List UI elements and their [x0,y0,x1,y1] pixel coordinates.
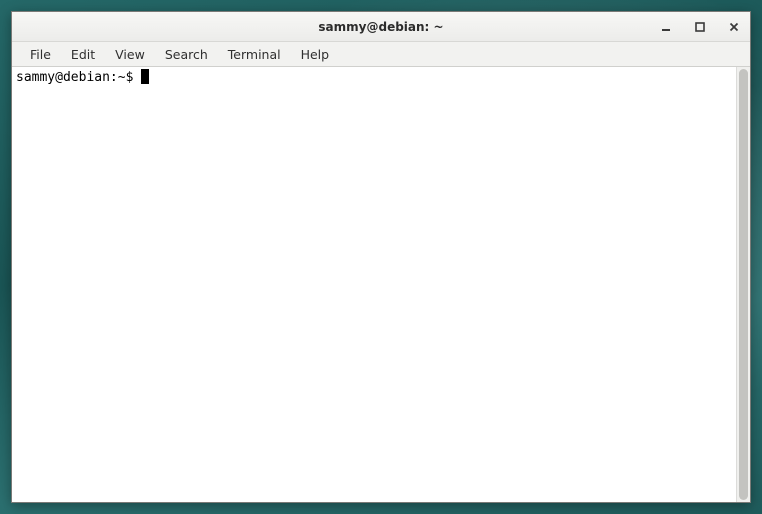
minimize-button[interactable] [656,17,676,37]
menu-help[interactable]: Help [291,44,340,65]
cursor [141,69,149,84]
menubar: File Edit View Search Terminal Help [12,42,750,66]
close-icon [729,22,739,32]
terminal-content[interactable]: sammy@debian:~$ [12,67,736,502]
terminal-area[interactable]: sammy@debian:~$ [12,66,750,502]
maximize-icon [695,22,705,32]
menu-file[interactable]: File [20,44,61,65]
window-controls [656,12,744,41]
menu-edit[interactable]: Edit [61,44,105,65]
minimize-icon [661,22,671,32]
titlebar[interactable]: sammy@debian: ~ [12,12,750,42]
terminal-window: sammy@debian: ~ File Edit View [11,11,751,503]
menu-search[interactable]: Search [155,44,218,65]
maximize-button[interactable] [690,17,710,37]
menu-terminal[interactable]: Terminal [218,44,291,65]
menu-view[interactable]: View [105,44,155,65]
window-title: sammy@debian: ~ [12,20,750,34]
scrollbar-thumb[interactable] [739,69,748,500]
close-button[interactable] [724,17,744,37]
shell-prompt: sammy@debian:~$ [16,70,141,85]
vertical-scrollbar[interactable] [736,67,750,502]
